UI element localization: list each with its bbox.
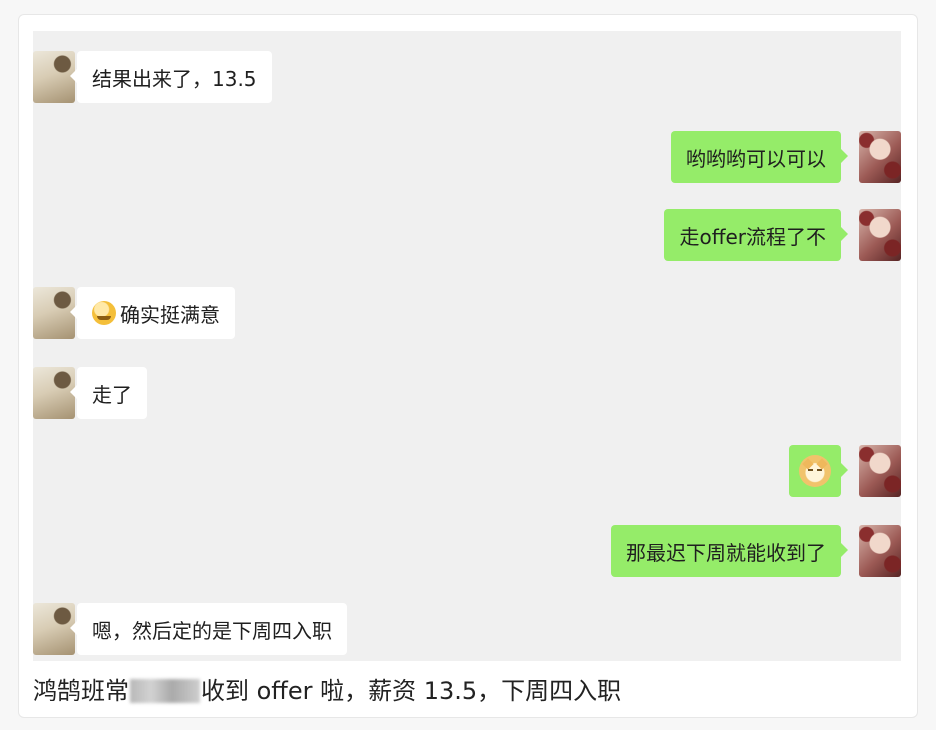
message-bubble-outgoing bbox=[789, 445, 848, 497]
chat-screenshot: 结果出来了，13.5 哟哟哟可以可以 走offer流程了不 确实挺满意 走了 那… bbox=[33, 31, 901, 661]
message-bubble-incoming: 走了 bbox=[70, 367, 147, 419]
message-bubble-outgoing: 那最迟下周就能收到了 bbox=[611, 525, 848, 577]
outgoing-avatar bbox=[859, 525, 901, 577]
message-bubble-incoming: 确实挺满意 bbox=[70, 287, 235, 339]
message-text: 嗯，然后定的是下周四入职 bbox=[92, 618, 332, 643]
caption-text-start: 鸿鹄班常 bbox=[33, 677, 129, 705]
post-caption: 鸿鹄班常 收到 offer 啦，薪资 13.5，下周四入职 bbox=[33, 671, 621, 706]
outgoing-avatar bbox=[859, 445, 901, 497]
incoming-avatar bbox=[33, 51, 75, 103]
blurred-name bbox=[130, 679, 200, 703]
message-bubble-incoming: 结果出来了，13.5 bbox=[70, 51, 272, 103]
message-bubble-outgoing: 走offer流程了不 bbox=[664, 209, 848, 261]
post-card: 结果出来了，13.5 哟哟哟可以可以 走offer流程了不 确实挺满意 走了 那… bbox=[18, 14, 918, 718]
message-text: 走了 bbox=[92, 382, 132, 407]
outgoing-avatar bbox=[859, 209, 901, 261]
message-text: 那最迟下周就能收到了 bbox=[626, 540, 826, 565]
message-text: 确实挺满意 bbox=[120, 302, 220, 327]
incoming-avatar bbox=[33, 287, 75, 339]
message-text: 走offer流程了不 bbox=[679, 224, 826, 249]
caption-text-end: 收到 offer 啦，薪资 13.5，下周四入职 bbox=[201, 677, 622, 705]
incoming-avatar bbox=[33, 603, 75, 655]
doge-sticker-icon bbox=[799, 455, 831, 487]
message-text: 哟哟哟可以可以 bbox=[686, 146, 826, 171]
smiling-face-emoji-icon bbox=[92, 301, 116, 325]
outgoing-avatar bbox=[859, 131, 901, 183]
message-bubble-incoming: 嗯，然后定的是下周四入职 bbox=[70, 603, 347, 655]
message-bubble-outgoing: 哟哟哟可以可以 bbox=[671, 131, 848, 183]
incoming-avatar bbox=[33, 367, 75, 419]
message-text: 结果出来了，13.5 bbox=[92, 66, 257, 91]
